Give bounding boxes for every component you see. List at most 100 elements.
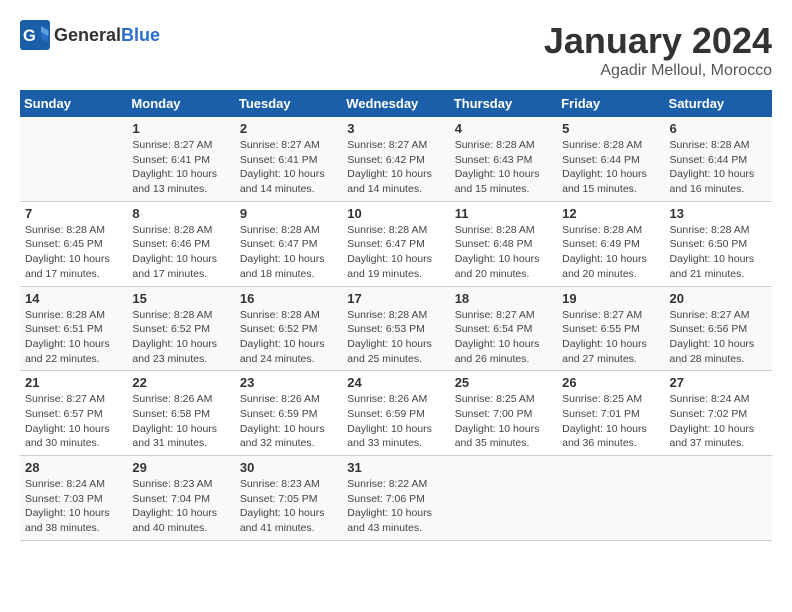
day-number: 18 (455, 291, 552, 306)
calendar-cell: 14 Sunrise: 8:28 AM Sunset: 6:51 PM Dayli… (20, 286, 127, 371)
day-number: 9 (240, 206, 337, 221)
day-info: Sunrise: 8:28 AM Sunset: 6:52 PM Dayligh… (240, 308, 337, 367)
day-number: 5 (562, 121, 659, 136)
day-info: Sunrise: 8:26 AM Sunset: 6:58 PM Dayligh… (132, 392, 229, 451)
calendar-cell: 25 Sunrise: 8:25 AM Sunset: 7:00 PM Dayli… (450, 371, 557, 456)
day-info: Sunrise: 8:27 AM Sunset: 6:57 PM Dayligh… (25, 392, 122, 451)
calendar-cell: 17 Sunrise: 8:28 AM Sunset: 6:53 PM Dayli… (342, 286, 449, 371)
calendar-cell: 27Sunrise: 8:24 AM Sunset: 7:02 PM Dayli… (665, 371, 772, 456)
calendar-cell: 11Sunrise: 8:28 AM Sunset: 6:48 PM Dayli… (450, 201, 557, 286)
day-number: 17 (347, 291, 444, 306)
calendar-table: SundayMondayTuesdayWednesdayThursdayFrid… (20, 90, 772, 541)
weekday-header-sunday: Sunday (20, 90, 127, 117)
day-number: 6 (670, 121, 767, 136)
weekday-header-saturday: Saturday (665, 90, 772, 117)
day-number: 31 (347, 460, 444, 475)
calendar-cell (20, 117, 127, 201)
day-number: 7 (25, 206, 122, 221)
day-info: Sunrise: 8:28 AM Sunset: 6:53 PM Dayligh… (347, 308, 444, 367)
calendar-cell: 7 Sunrise: 8:28 AM Sunset: 6:45 PM Daylig… (20, 201, 127, 286)
day-number: 23 (240, 375, 337, 390)
calendar-cell (450, 456, 557, 541)
logo-icon: G (20, 20, 50, 50)
day-info: Sunrise: 8:23 AM Sunset: 7:05 PM Dayligh… (240, 477, 337, 536)
calendar-cell (665, 456, 772, 541)
calendar-cell: 1Sunrise: 8:27 AM Sunset: 6:41 PM Daylig… (127, 117, 234, 201)
weekday-header-wednesday: Wednesday (342, 90, 449, 117)
calendar-cell: 29Sunrise: 8:23 AM Sunset: 7:04 PM Dayli… (127, 456, 234, 541)
day-number: 25 (455, 375, 552, 390)
day-number: 3 (347, 121, 444, 136)
calendar-cell: 31 Sunrise: 8:22 AM Sunset: 7:06 PM Dayli… (342, 456, 449, 541)
calendar-cell: 20Sunrise: 8:27 AM Sunset: 6:56 PM Dayli… (665, 286, 772, 371)
weekday-header-thursday: Thursday (450, 90, 557, 117)
day-info: Sunrise: 8:26 AM Sunset: 6:59 PM Dayligh… (347, 392, 444, 451)
day-info: Sunrise: 8:28 AM Sunset: 6:44 PM Dayligh… (670, 138, 767, 197)
calendar-cell: 19Sunrise: 8:27 AM Sunset: 6:55 PM Dayli… (557, 286, 664, 371)
day-info: Sunrise: 8:24 AM Sunset: 7:03 PM Dayligh… (25, 477, 122, 536)
calendar-cell: 4 Sunrise: 8:28 AM Sunset: 6:43 PM Daylig… (450, 117, 557, 201)
page-header: G GeneralBlue January 2024 Agadir Mellou… (20, 20, 772, 80)
day-info: Sunrise: 8:25 AM Sunset: 7:00 PM Dayligh… (455, 392, 552, 451)
logo: G GeneralBlue (20, 20, 160, 50)
day-info: Sunrise: 8:27 AM Sunset: 6:54 PM Dayligh… (455, 308, 552, 367)
calendar-cell: 18 Sunrise: 8:27 AM Sunset: 6:54 PM Dayli… (450, 286, 557, 371)
day-number: 4 (455, 121, 552, 136)
day-number: 13 (670, 206, 767, 221)
day-info: Sunrise: 8:28 AM Sunset: 6:47 PM Dayligh… (347, 223, 444, 282)
day-info: Sunrise: 8:28 AM Sunset: 6:51 PM Dayligh… (25, 308, 122, 367)
calendar-cell: 22 Sunrise: 8:26 AM Sunset: 6:58 PM Dayli… (127, 371, 234, 456)
day-info: Sunrise: 8:23 AM Sunset: 7:04 PM Dayligh… (132, 477, 229, 536)
calendar-subtitle: Agadir Melloul, Morocco (544, 62, 772, 80)
day-number: 21 (25, 375, 122, 390)
calendar-title: January 2024 (544, 20, 772, 62)
day-number: 12 (562, 206, 659, 221)
day-info: Sunrise: 8:28 AM Sunset: 6:46 PM Dayligh… (132, 223, 229, 282)
week-row-5: 28 Sunrise: 8:24 AM Sunset: 7:03 PM Dayli… (20, 456, 772, 541)
day-number: 30 (240, 460, 337, 475)
calendar-cell: 21 Sunrise: 8:27 AM Sunset: 6:57 PM Dayli… (20, 371, 127, 456)
calendar-cell: 5 Sunrise: 8:28 AM Sunset: 6:44 PM Daylig… (557, 117, 664, 201)
calendar-cell (557, 456, 664, 541)
day-number: 14 (25, 291, 122, 306)
weekday-header-row: SundayMondayTuesdayWednesdayThursdayFrid… (20, 90, 772, 117)
day-info: Sunrise: 8:28 AM Sunset: 6:43 PM Dayligh… (455, 138, 552, 197)
day-info: Sunrise: 8:28 AM Sunset: 6:45 PM Dayligh… (25, 223, 122, 282)
day-info: Sunrise: 8:27 AM Sunset: 6:42 PM Dayligh… (347, 138, 444, 197)
day-number: 24 (347, 375, 444, 390)
calendar-cell: 13Sunrise: 8:28 AM Sunset: 6:50 PM Dayli… (665, 201, 772, 286)
day-info: Sunrise: 8:27 AM Sunset: 6:41 PM Dayligh… (240, 138, 337, 197)
calendar-cell: 6 Sunrise: 8:28 AM Sunset: 6:44 PM Daylig… (665, 117, 772, 201)
week-row-3: 14 Sunrise: 8:28 AM Sunset: 6:51 PM Dayli… (20, 286, 772, 371)
calendar-cell: 30 Sunrise: 8:23 AM Sunset: 7:05 PM Dayli… (235, 456, 342, 541)
weekday-header-friday: Friday (557, 90, 664, 117)
day-info: Sunrise: 8:28 AM Sunset: 6:49 PM Dayligh… (562, 223, 659, 282)
day-number: 8 (132, 206, 229, 221)
day-info: Sunrise: 8:27 AM Sunset: 6:56 PM Dayligh… (670, 308, 767, 367)
day-info: Sunrise: 8:28 AM Sunset: 6:47 PM Dayligh… (240, 223, 337, 282)
day-number: 27 (670, 375, 767, 390)
day-number: 19 (562, 291, 659, 306)
day-info: Sunrise: 8:25 AM Sunset: 7:01 PM Dayligh… (562, 392, 659, 451)
calendar-cell: 12 Sunrise: 8:28 AM Sunset: 6:49 PM Dayli… (557, 201, 664, 286)
day-number: 2 (240, 121, 337, 136)
calendar-cell: 10 Sunrise: 8:28 AM Sunset: 6:47 PM Dayli… (342, 201, 449, 286)
calendar-cell: 24 Sunrise: 8:26 AM Sunset: 6:59 PM Dayli… (342, 371, 449, 456)
day-number: 16 (240, 291, 337, 306)
week-row-4: 21 Sunrise: 8:27 AM Sunset: 6:57 PM Dayli… (20, 371, 772, 456)
day-info: Sunrise: 8:22 AM Sunset: 7:06 PM Dayligh… (347, 477, 444, 536)
calendar-title-area: January 2024 Agadir Melloul, Morocco (544, 20, 772, 80)
calendar-cell: 28 Sunrise: 8:24 AM Sunset: 7:03 PM Dayli… (20, 456, 127, 541)
day-number: 22 (132, 375, 229, 390)
calendar-cell: 2 Sunrise: 8:27 AM Sunset: 6:41 PM Daylig… (235, 117, 342, 201)
day-number: 28 (25, 460, 122, 475)
calendar-cell: 26 Sunrise: 8:25 AM Sunset: 7:01 PM Dayli… (557, 371, 664, 456)
day-info: Sunrise: 8:28 AM Sunset: 6:44 PM Dayligh… (562, 138, 659, 197)
weekday-header-monday: Monday (127, 90, 234, 117)
week-row-2: 7 Sunrise: 8:28 AM Sunset: 6:45 PM Daylig… (20, 201, 772, 286)
day-number: 10 (347, 206, 444, 221)
day-info: Sunrise: 8:26 AM Sunset: 6:59 PM Dayligh… (240, 392, 337, 451)
calendar-cell: 15Sunrise: 8:28 AM Sunset: 6:52 PM Dayli… (127, 286, 234, 371)
day-info: Sunrise: 8:28 AM Sunset: 6:52 PM Dayligh… (132, 308, 229, 367)
day-number: 26 (562, 375, 659, 390)
